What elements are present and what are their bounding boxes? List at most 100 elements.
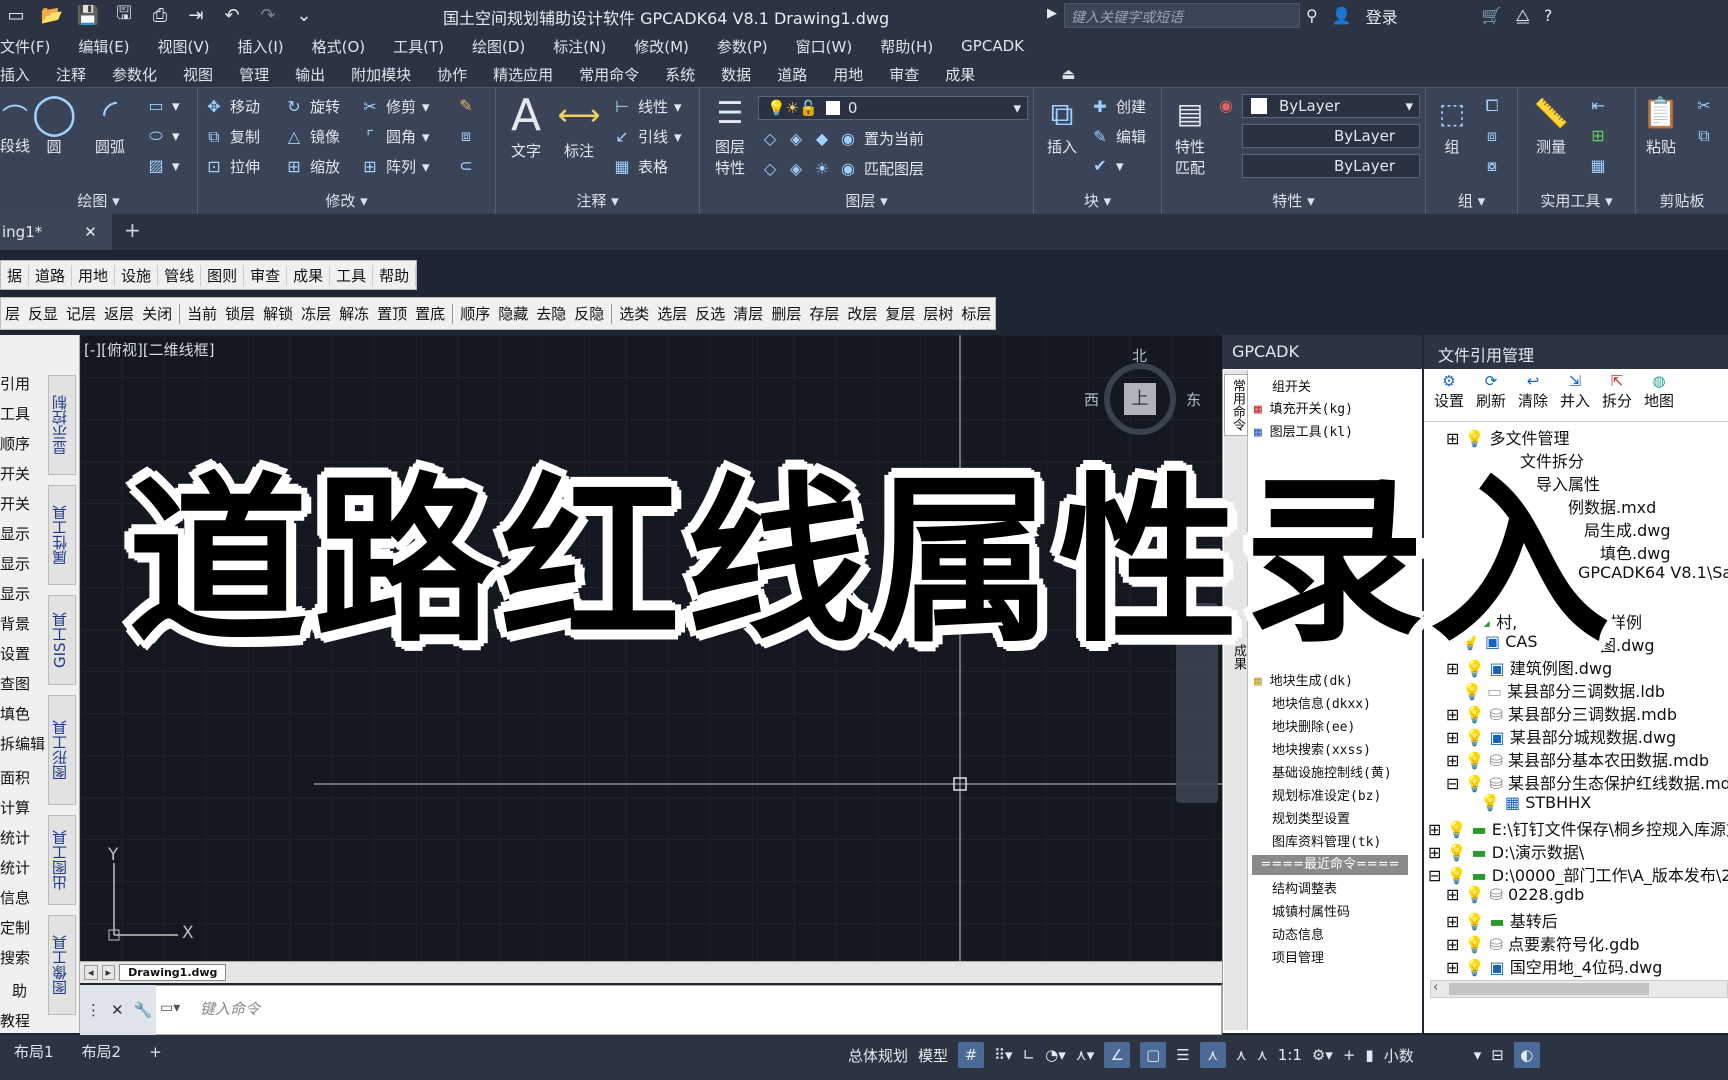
scale-value[interactable]: 1:1	[1278, 1046, 1302, 1064]
vtab-image-tools[interactable]: 图像工具	[48, 915, 76, 1015]
command-input[interactable]: 键入命令	[200, 998, 260, 1019]
menu-modify[interactable]: 修改(M)	[620, 36, 703, 57]
toolbar-item[interactable]: 删层	[767, 303, 805, 324]
explode-icon[interactable]: ⧈	[456, 126, 476, 146]
menu-insert[interactable]: 插入(I)	[224, 36, 298, 57]
toolbar-item[interactable]: 反隐	[570, 303, 608, 324]
stretch-button[interactable]: ⊡ 拉伸	[204, 156, 260, 177]
left-item[interactable]: 计算	[0, 797, 30, 818]
ribbon-toggle-icon[interactable]: ⏏	[1048, 65, 1088, 83]
toolbar-item[interactable]: 设施	[115, 264, 159, 286]
clear-button[interactable]: ↩ 清除	[1514, 372, 1552, 411]
tree-item[interactable]: ⊞ 💡 ▣ 国空用地_4位码.dwg	[1446, 954, 1662, 978]
copy-button[interactable]: ⧉ 复制	[204, 126, 260, 147]
left-item[interactable]: 显示	[0, 523, 30, 544]
polar-icon[interactable]: ◔▾	[1045, 1046, 1066, 1064]
dimension-button[interactable]: ⟷ 标注	[554, 92, 604, 161]
gpcadk-item[interactable]: 图库资料管理(tk)	[1272, 831, 1381, 850]
menu-window[interactable]: 窗口(W)	[782, 36, 867, 57]
viewcube-top-face[interactable]: 上	[1124, 383, 1156, 415]
menu-draw[interactable]: 绘图(D)	[458, 36, 539, 57]
merge-button[interactable]: ⇲ 并入	[1556, 372, 1594, 411]
vtab-attribute-tools[interactable]: 属性工具	[48, 485, 76, 585]
text-button[interactable]: A 文字	[504, 92, 548, 161]
customize-qat-icon[interactable]: ⌄	[292, 4, 316, 28]
layer-properties-button[interactable]: ☰ 图层 特性	[706, 92, 754, 178]
toolbar-item[interactable]: 复层	[881, 303, 919, 324]
help-icon[interactable]: ?	[1544, 6, 1553, 25]
map-button[interactable]: ◍ 地图	[1640, 372, 1678, 411]
left-item[interactable]: 开关	[0, 493, 30, 514]
left-item[interactable]: 工具	[0, 403, 30, 424]
layers-panel-title[interactable]: 图层 ▾	[700, 190, 1033, 211]
group-edit-icon[interactable]: ⧈	[1482, 126, 1502, 146]
redo-icon[interactable]: ↷	[256, 4, 280, 28]
left-item[interactable]: 显示	[0, 553, 30, 574]
toolbar-item[interactable]: 选层	[653, 303, 691, 324]
menu-gpcadk[interactable]: GPCADK	[947, 37, 1038, 55]
vtab-output-tools[interactable]: 出图工具	[48, 815, 76, 905]
save-as-icon[interactable]: 🖫	[112, 3, 136, 28]
toolbar-item[interactable]: 帮助	[373, 264, 417, 286]
isodraft-icon[interactable]: ⋏▾	[1076, 1046, 1095, 1064]
left-item[interactable]: 设置	[0, 643, 30, 664]
layout-tab[interactable]: 布局2	[68, 1041, 136, 1062]
units-icon[interactable]: ▮	[1365, 1046, 1373, 1064]
left-item[interactable]: 显示	[0, 583, 30, 604]
toolbar-item[interactable]: 解冻	[335, 303, 373, 324]
tree-item[interactable]: 💡 ▭ 某县部分三调数据.ldb	[1462, 678, 1665, 702]
paste-button[interactable]: 📋 粘贴	[1636, 92, 1686, 157]
rectangle-icon[interactable]: ▭ ▾	[146, 96, 179, 116]
model-space-button[interactable]: 模型	[918, 1045, 948, 1066]
toolbar-item[interactable]: 用地	[72, 264, 116, 286]
linear-button[interactable]: ⊢ 线性 ▾	[612, 96, 682, 117]
drawing-file-tab[interactable]: Drawing1.dwg	[119, 964, 227, 981]
toolbar-item[interactable]: 管线	[158, 264, 202, 286]
move-button[interactable]: ✥ 移动	[204, 96, 260, 117]
left-item[interactable]: 顺序	[0, 433, 30, 454]
left-item[interactable]: 助	[12, 980, 27, 1001]
toolbar-item[interactable]: 解锁	[259, 303, 297, 324]
ellipse-icon[interactable]: ⬭ ▾	[146, 126, 179, 146]
left-item[interactable]: 统计	[0, 827, 30, 848]
cut-icon[interactable]: ✂	[1694, 96, 1714, 116]
menu-format[interactable]: 格式(O)	[298, 36, 380, 57]
left-item[interactable]: 面积	[0, 767, 30, 788]
ribbon-tab[interactable]: 成果	[932, 64, 988, 85]
new-file-icon[interactable]: ▭	[4, 4, 28, 28]
gpcadk-item[interactable]: 地块搜索(xxss)	[1272, 739, 1371, 758]
ribbon-tab[interactable]: 协作	[424, 64, 480, 85]
lineweight-icon[interactable]: ☰	[1176, 1046, 1189, 1064]
toolbar-item[interactable]: 当前	[183, 303, 221, 324]
toolbar-item[interactable]: 清层	[729, 303, 767, 324]
arc-button[interactable]: ◜ 圆弧	[88, 92, 132, 157]
ribbon-tab[interactable]: 审查	[876, 64, 932, 85]
vtab-graphic-tools[interactable]: 图形工具	[48, 695, 76, 805]
menu-edit[interactable]: 编辑(E)	[64, 36, 143, 57]
toolbar-item[interactable]: 层树	[919, 303, 957, 324]
binoculars-icon[interactable]: ⚲	[1306, 6, 1318, 25]
cart-icon[interactable]: 🛒	[1482, 6, 1502, 25]
viewport-label[interactable]: [-][俯视][二维线框]	[84, 339, 215, 360]
search-input[interactable]: 键入关键字或短语	[1064, 3, 1300, 28]
left-item[interactable]: 搜索	[0, 947, 30, 968]
annotation-panel-title[interactable]: 注释 ▾	[496, 190, 699, 211]
plus-icon[interactable]: +	[1343, 1046, 1356, 1064]
toolbar-item[interactable]: 改层	[843, 303, 881, 324]
ribbon-tab[interactable]: 视图	[170, 64, 226, 85]
horizontal-scrollbar[interactable]: ‹	[1430, 980, 1728, 998]
toolbar-item[interactable]: 记层	[62, 303, 100, 324]
quick-select-icon[interactable]: ⊞	[1588, 126, 1608, 146]
scale-button[interactable]: ⊞ 缩放	[284, 156, 340, 177]
leader-button[interactable]: ↙ 引线 ▾	[612, 126, 681, 147]
gpcadk-item[interactable]: 地块删除(ee)	[1272, 716, 1355, 735]
offset-icon[interactable]: ⊂	[456, 156, 476, 176]
gpcadk-item[interactable]: 动态信息	[1272, 924, 1324, 943]
exchange-icon[interactable]: ⧋	[1516, 6, 1530, 26]
tree-item[interactable]: ⊞ 💡 ▬ 基转后	[1446, 908, 1558, 932]
mirror-button[interactable]: △ 镜像	[284, 126, 340, 147]
tree-item[interactable]: ⊞ 💡 ⛁ 0228.gdb	[1446, 885, 1584, 904]
layer-tools-row2[interactable]: ◇ ◈ ☀ ◉ 匹配图层	[760, 158, 924, 179]
rotate-button[interactable]: ↻ 旋转	[284, 96, 340, 117]
gpcadk-item[interactable]: 基础设施控制线(黄)	[1272, 762, 1392, 781]
